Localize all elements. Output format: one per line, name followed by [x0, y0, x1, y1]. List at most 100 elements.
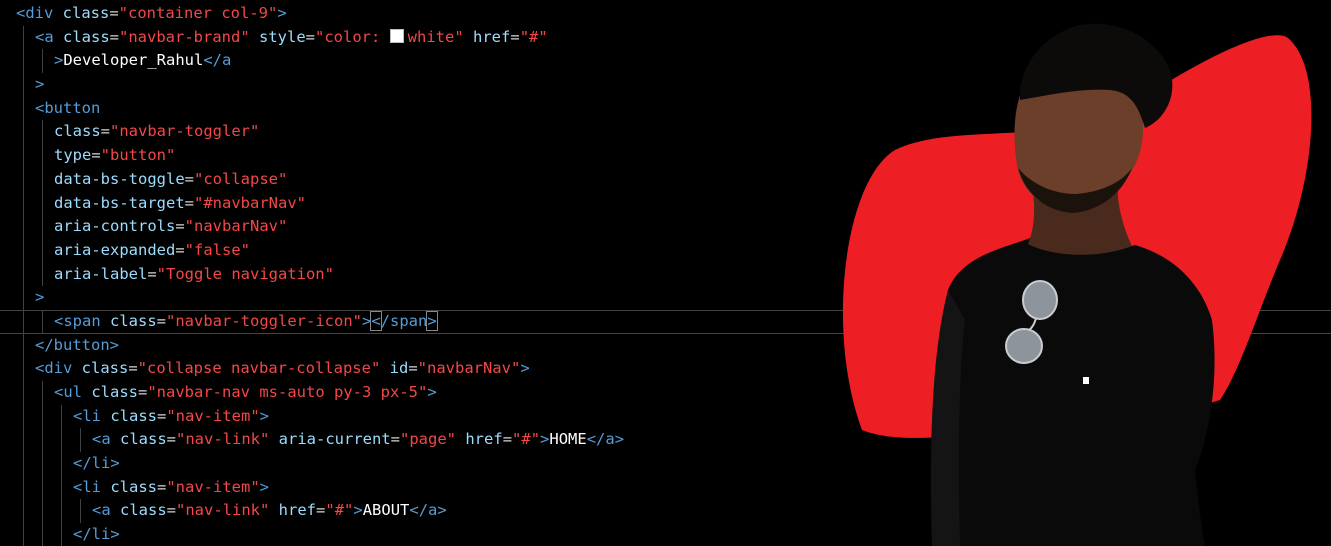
code-token-tag: <a	[92, 430, 111, 449]
code-token-eq: =	[502, 430, 513, 449]
code-token-tag: <ul	[54, 383, 82, 401]
indent-guide	[42, 215, 43, 239]
code-token-tag: <li	[73, 406, 101, 425]
code-line[interactable]: <span class="navbar-toggler-icon"></span…	[0, 309, 1331, 334]
code-text: >	[35, 286, 44, 310]
indent-guide	[61, 404, 62, 429]
code-text: <ul class="navbar-nav ms-auto py-3 px-5"…	[54, 381, 437, 405]
indent-guide	[23, 404, 24, 429]
code-text: class="navbar-toggler"	[54, 120, 259, 144]
code-line[interactable]: <a class="nav-link" aria-current="page" …	[0, 428, 1331, 453]
code-token-tag: >	[361, 311, 372, 330]
code-token-attr: aria-expanded	[54, 240, 176, 259]
code-line[interactable]: aria-label="Toggle navigation"	[0, 262, 1331, 287]
code-token-str: "#navbarNav"	[194, 193, 306, 212]
code-line[interactable]: aria-expanded="false"	[0, 238, 1331, 263]
code-token-attr: class	[101, 406, 157, 425]
code-editor[interactable]: <div class="container col-9"> <a class="n…	[0, 0, 1331, 546]
code-token-str: "collapse navbar-collapse"	[137, 359, 381, 378]
code-line[interactable]: <ul class="navbar-nav ms-auto py-3 px-5"…	[0, 381, 1331, 405]
code-text: >	[35, 73, 44, 97]
code-line[interactable]: >	[0, 73, 1331, 97]
indent-guide	[23, 73, 24, 97]
code-token-tag: >	[35, 288, 45, 307]
code-token-str: "navbar-nav ms-auto py-3 px-5"	[147, 383, 428, 401]
code-token-eq: =	[128, 359, 138, 378]
code-token-str: "button"	[100, 146, 176, 165]
code-token-tag: >	[277, 4, 287, 22]
code-line[interactable]: <a class="nav-link" href="#">ABOUT</a>	[0, 499, 1331, 524]
code-token-eq: =	[157, 406, 167, 425]
code-line[interactable]: </li>	[0, 523, 1331, 546]
indent-guide	[42, 262, 43, 287]
code-text: <li class="nav-item">	[73, 476, 269, 500]
code-line[interactable]: <button	[0, 96, 1331, 121]
code-token-tag: </a>	[586, 430, 625, 449]
indent-guide	[42, 238, 43, 263]
code-text: >Developer_Rahul</a	[54, 49, 231, 73]
code-line[interactable]: <li class="nav-item">	[0, 475, 1331, 500]
indent-guide	[42, 167, 43, 192]
indent-guide	[23, 25, 24, 50]
code-text: data-bs-target="#navbarNav"	[54, 192, 306, 216]
indent-guide	[23, 523, 24, 546]
code-line[interactable]: <a class="navbar-brand" style="color: wh…	[0, 25, 1331, 50]
code-text: aria-controls="navbarNav"	[54, 215, 287, 239]
code-line[interactable]: <li class="nav-item">	[0, 404, 1331, 429]
code-token-attr: class	[110, 430, 167, 449]
code-text: </li>	[73, 523, 120, 546]
code-line[interactable]: </li>	[0, 452, 1331, 476]
code-token-str: "color:	[315, 27, 390, 46]
indent-guide	[23, 475, 24, 500]
code-token-tag: >	[427, 383, 437, 401]
code-token-str: "Toggle navigation"	[156, 264, 334, 283]
indent-guide	[23, 167, 24, 192]
code-token-attr: href	[463, 27, 511, 46]
indent-guide	[42, 381, 43, 405]
code-token-str: "#"	[519, 27, 548, 46]
code-text: <a class="nav-link" aria-current="page" …	[92, 428, 624, 452]
code-line[interactable]: <div class="container col-9">	[0, 2, 1331, 26]
code-token-eq: =	[175, 217, 185, 236]
code-token-str: "navbarNav"	[417, 359, 521, 378]
indent-guide	[42, 191, 43, 216]
code-token-str: "nav-link"	[176, 430, 270, 449]
code-line[interactable]: <div class="collapse navbar-collapse" id…	[0, 357, 1331, 381]
indent-guide	[42, 144, 43, 168]
code-token-str: "#"	[325, 501, 354, 520]
code-area[interactable]: <div class="container col-9"> <a class="n…	[0, 2, 1331, 546]
code-token-attr: data-bs-target	[54, 193, 185, 212]
indent-guide	[23, 191, 24, 216]
code-token-attr: class	[101, 477, 157, 496]
indent-guide	[61, 452, 62, 476]
code-line[interactable]: aria-controls="navbarNav"	[0, 215, 1331, 239]
code-token-eq: =	[510, 27, 520, 46]
code-text: <a class="navbar-brand" style="color: wh…	[35, 26, 548, 50]
code-line[interactable]: data-bs-toggle="collapse"	[0, 167, 1331, 192]
code-token-attr: id	[380, 359, 409, 378]
code-token-attr: style	[249, 27, 306, 46]
code-token-eq: =	[147, 264, 157, 283]
code-token-eq: =	[175, 240, 185, 259]
code-line[interactable]: </button>	[0, 333, 1331, 358]
code-line[interactable]: data-bs-target="#navbarNav"	[0, 191, 1331, 216]
code-token-eq: =	[408, 359, 418, 378]
indent-guide	[23, 499, 24, 524]
code-line[interactable]: class="navbar-toggler"	[0, 120, 1331, 145]
code-token-attr: aria-label	[54, 264, 148, 283]
code-token-str: "container col-9"	[118, 4, 278, 22]
indent-guide	[61, 475, 62, 500]
code-token-tag: >	[540, 430, 550, 449]
code-token-eq: =	[184, 169, 194, 188]
color-swatch-icon[interactable]	[389, 28, 404, 43]
code-token-str: "page"	[400, 430, 457, 449]
code-token-text: Developer_Rahul	[63, 51, 204, 70]
code-token-eq: =	[138, 383, 148, 401]
code-token-attr: class	[53, 27, 110, 46]
code-text: <div class="collapse navbar-collapse" id…	[35, 357, 530, 381]
code-token-tag: <a	[92, 501, 111, 520]
code-line[interactable]: type="button"	[0, 144, 1331, 168]
code-token-tag: </li>	[73, 454, 120, 473]
code-line[interactable]: >	[0, 286, 1331, 310]
code-line[interactable]: >Developer_Rahul</a	[0, 49, 1331, 74]
